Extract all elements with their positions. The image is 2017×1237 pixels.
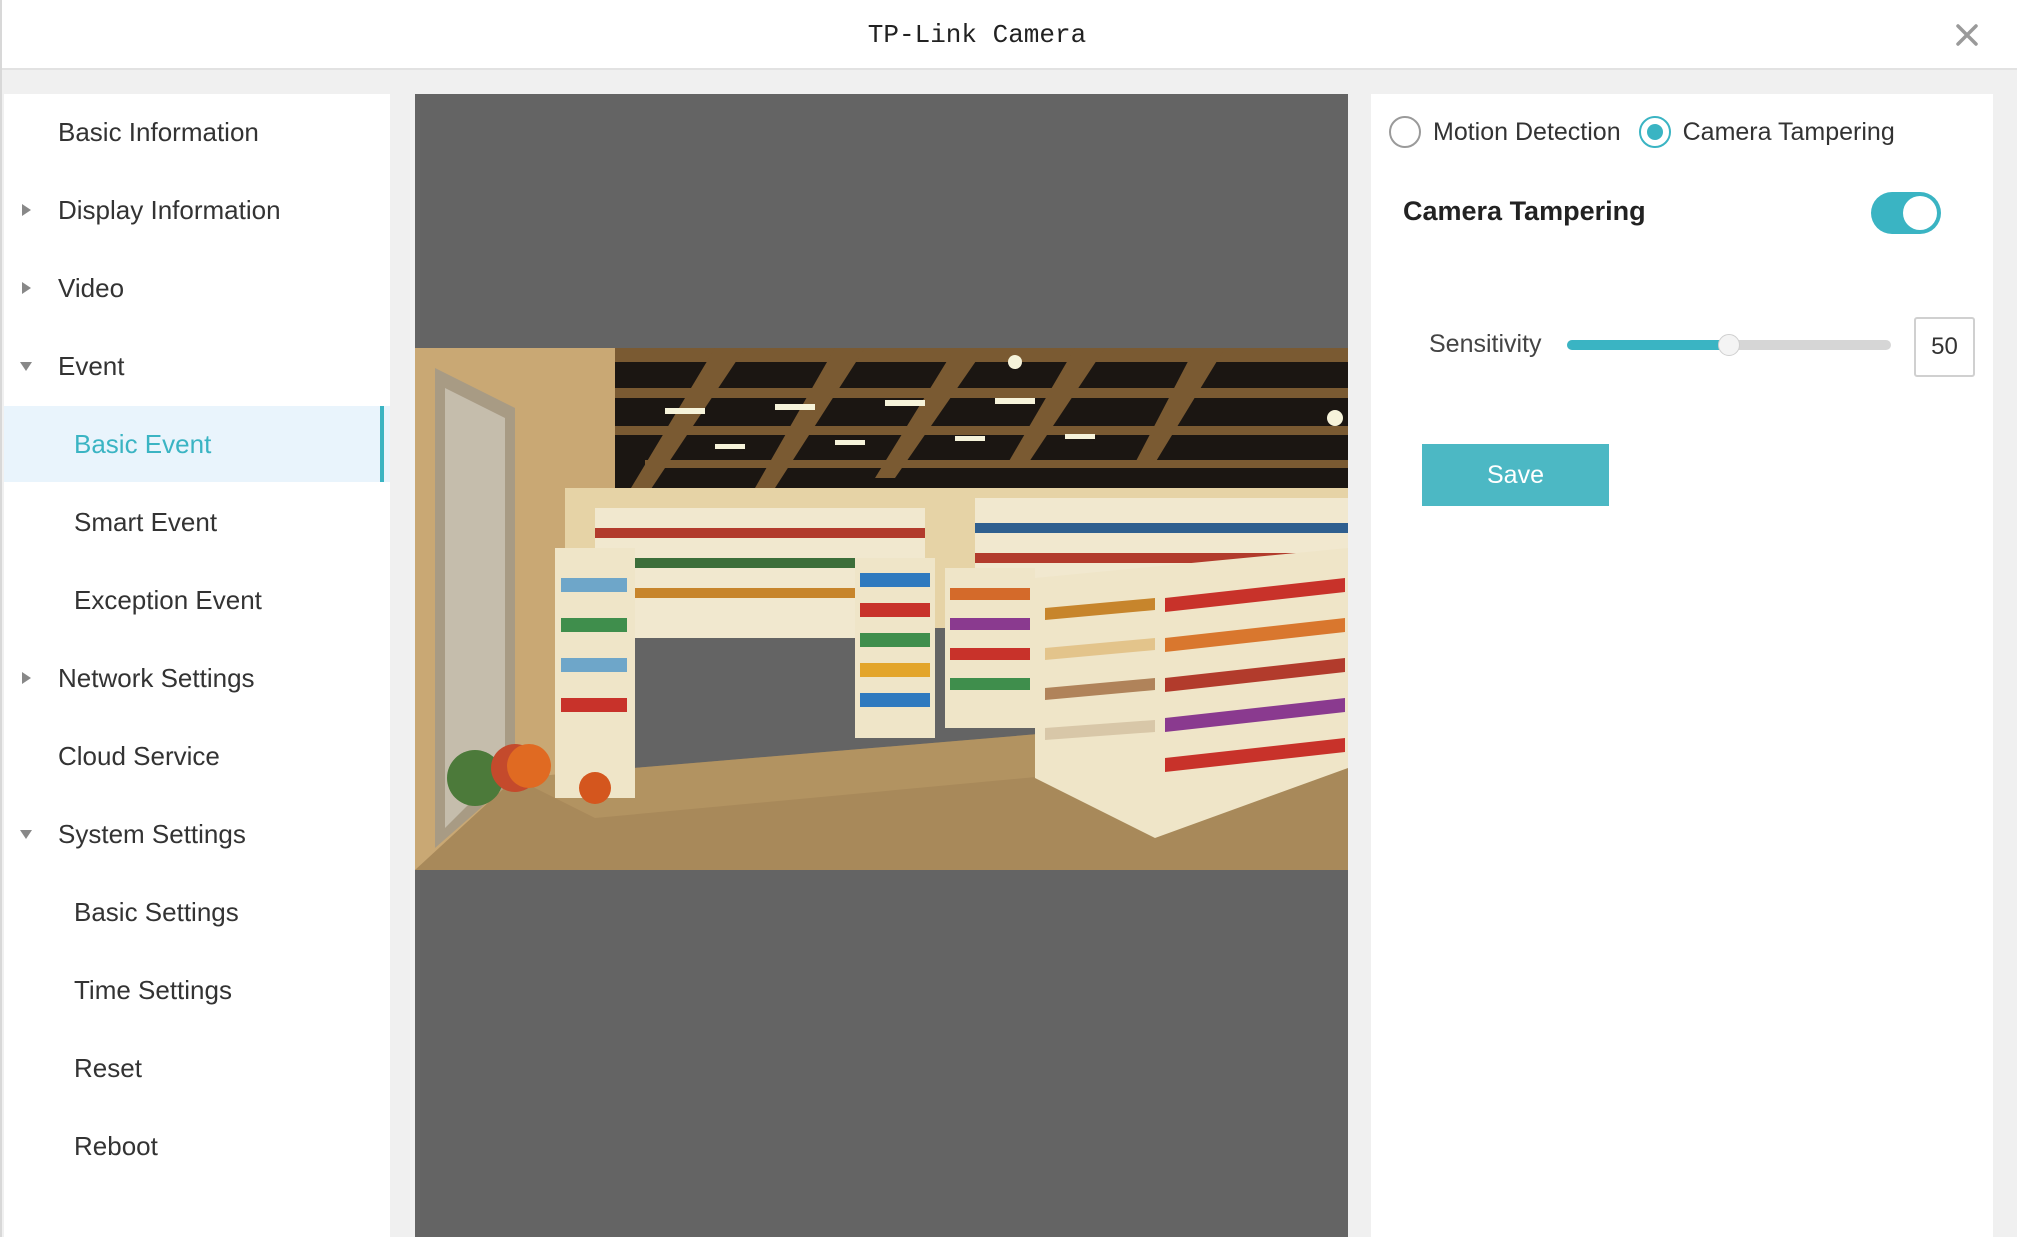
radio-label: Motion Detection	[1433, 117, 1621, 146]
close-icon[interactable]	[1950, 18, 1984, 52]
radio-camera-tampering[interactable]: Camera Tampering	[1638, 116, 1895, 148]
sidebar-item-label: Time Settings	[74, 974, 232, 1005]
radio-circle-selected	[1638, 116, 1671, 148]
sidebar-item-cloud-service[interactable]: Cloud Service	[4, 718, 390, 794]
slider-thumb[interactable]	[1718, 334, 1740, 356]
caret-right-icon	[22, 282, 31, 294]
radio-circle	[1389, 116, 1421, 148]
sidebar-item-time-settings[interactable]: Time Settings	[4, 952, 390, 1028]
radio-motion-detection[interactable]: Motion Detection	[1389, 116, 1621, 148]
app-window: TP-Link Camera Basic Information Display…	[0, 0, 2017, 1237]
camera-feed-image	[415, 348, 1348, 870]
caret-right-icon	[22, 204, 31, 216]
sidebar-item-video[interactable]: Video	[4, 250, 390, 326]
sidebar-item-system-settings[interactable]: System Settings	[4, 796, 390, 872]
settings-panel: Motion Detection Camera Tampering Camera…	[1371, 94, 1993, 1237]
section-title: Camera Tampering	[1403, 196, 1646, 226]
sidebar-item-label: Basic Settings	[74, 896, 239, 927]
sidebar-item-label: Display Information	[58, 194, 281, 225]
sidebar-item-label: Basic Event	[74, 428, 212, 459]
sidebar-item-label: Network Settings	[58, 662, 255, 693]
sidebar-item-display-information[interactable]: Display Information	[4, 172, 390, 248]
sidebar: Basic Information Display Information Vi…	[4, 94, 390, 1237]
window-title: TP-Link Camera	[867, 20, 1087, 50]
caret-down-icon	[20, 362, 32, 371]
live-video-view	[415, 94, 1348, 1237]
detection-mode-group: Motion Detection Camera Tampering	[1389, 116, 1913, 148]
sensitivity-value-input[interactable]: 50	[1914, 317, 1975, 377]
sidebar-item-smart-event[interactable]: Smart Event	[4, 484, 390, 560]
sidebar-item-reboot[interactable]: Reboot	[4, 1108, 390, 1184]
sidebar-item-label: System Settings	[58, 818, 246, 849]
tampering-toggle[interactable]	[1871, 192, 1941, 234]
title-bar: TP-Link Camera	[2, 0, 2017, 70]
caret-down-icon	[20, 830, 32, 839]
sidebar-item-basic-settings[interactable]: Basic Settings	[4, 874, 390, 950]
save-button[interactable]: Save	[1422, 444, 1609, 506]
sidebar-item-event[interactable]: Event	[4, 328, 390, 404]
toggle-knob	[1903, 196, 1937, 230]
caret-right-icon	[22, 672, 31, 684]
sidebar-item-network-settings[interactable]: Network Settings	[4, 640, 390, 716]
sidebar-item-label: Smart Event	[74, 506, 218, 537]
sidebar-item-label: Video	[58, 272, 125, 303]
sidebar-item-label: Cloud Service	[58, 740, 220, 771]
sensitivity-label: Sensitivity	[1429, 330, 1542, 358]
sensitivity-slider[interactable]	[1567, 330, 1891, 360]
sidebar-item-reset[interactable]: Reset	[4, 1030, 390, 1106]
sidebar-item-label: Reboot	[74, 1130, 158, 1161]
sidebar-item-label: Exception Event	[74, 584, 262, 615]
sidebar-item-label: Reset	[74, 1052, 142, 1083]
sidebar-item-exception-event[interactable]: Exception Event	[4, 562, 390, 638]
sidebar-item-label: Event	[58, 350, 125, 381]
radio-label: Camera Tampering	[1682, 117, 1895, 146]
sidebar-item-basic-event[interactable]: Basic Event	[4, 406, 390, 482]
slider-fill	[1567, 340, 1729, 350]
sidebar-item-label: Basic Information	[58, 116, 259, 147]
sidebar-item-basic-information[interactable]: Basic Information	[4, 94, 390, 170]
